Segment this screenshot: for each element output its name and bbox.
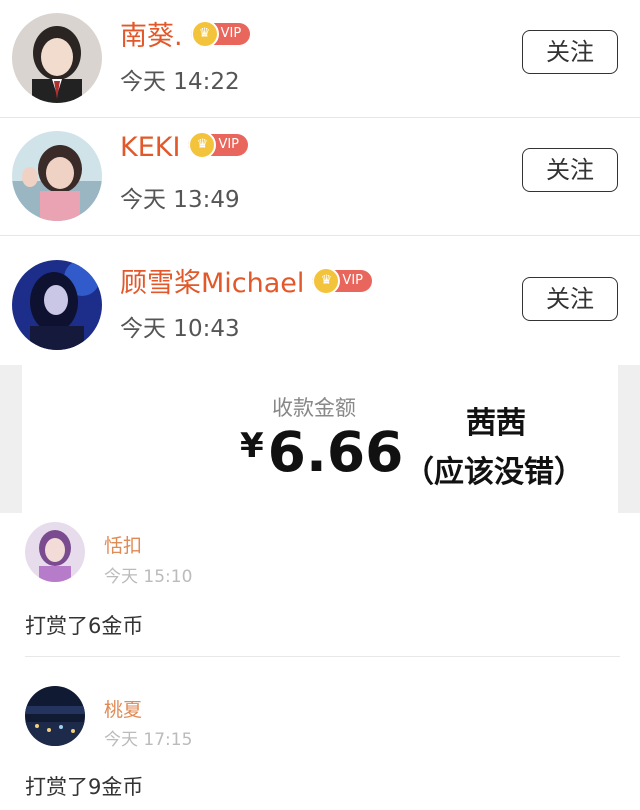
avatar-girl-pink-hair-icon <box>12 131 102 221</box>
vip-badge-text: VIP <box>220 25 242 41</box>
follow-button[interactable]: 关注 <box>522 277 618 321</box>
crown-icon: ♛ <box>190 19 219 48</box>
user-avatar[interactable] <box>12 131 102 221</box>
follow-time: 今天 13:49 <box>120 187 240 213</box>
follow-list-item[interactable]: KEKI ♛ VIP 今天 13:49 关注 <box>0 118 640 236</box>
username[interactable]: KEKI ♛ VIP <box>120 130 249 163</box>
overlay-note-comment: （应该没错） <box>404 455 584 490</box>
reward-list-item: 恬扣 今天 15:10 打赏了6金币 <box>0 513 640 657</box>
avatar-girl-blue-neon-icon <box>12 260 102 350</box>
vip-badge: ♛ VIP <box>190 19 251 48</box>
username-text[interactable]: 顾雪桨Michael <box>120 268 304 299</box>
username-text[interactable]: KEKI <box>120 132 180 163</box>
reward-message: 打赏了9金币 <box>25 775 144 799</box>
username[interactable]: 南葵. ♛ VIP <box>120 14 251 53</box>
reward-username[interactable]: 恬扣 <box>104 531 142 558</box>
avatar-night-city-icon <box>25 686 85 746</box>
avatar-girl-school-uniform-icon <box>12 13 102 103</box>
payment-label: 收款金额 <box>272 396 356 420</box>
avatar-purple-girl-icon <box>25 522 85 582</box>
user-avatar[interactable] <box>12 260 102 350</box>
currency-symbol: ¥ <box>240 426 264 466</box>
follow-button[interactable]: 关注 <box>522 148 618 192</box>
amount-value: 6.66 <box>267 420 404 484</box>
username-text[interactable]: 南葵. <box>120 21 183 52</box>
follow-list-item[interactable]: 顾雪桨Michael ♛ VIP 今天 10:43 关注 <box>0 247 640 365</box>
payment-amount: ¥6.66 <box>240 420 403 484</box>
user-avatar[interactable] <box>12 13 102 103</box>
reward-avatar[interactable] <box>25 522 85 582</box>
follow-button[interactable]: 关注 <box>522 30 618 74</box>
payment-panel: 收款金额 ¥6.66 茜茜 （应该没错） <box>0 365 640 513</box>
vip-badge-text: VIP <box>218 136 240 152</box>
payment-card: 收款金额 ¥6.66 茜茜 （应该没错） <box>22 365 618 513</box>
reward-time: 今天 15:10 <box>104 567 193 587</box>
vip-badge-text: VIP <box>342 272 363 288</box>
crown-icon: ♛ <box>312 266 341 295</box>
reward-message: 打赏了6金币 <box>25 614 144 638</box>
username[interactable]: 顾雪桨Michael ♛ VIP <box>120 261 372 300</box>
crown-icon: ♛ <box>188 130 217 159</box>
overlay-note-name: 茜茜 <box>466 406 526 441</box>
divider <box>25 656 620 657</box>
reward-avatar[interactable] <box>25 686 85 746</box>
follow-list-item[interactable]: 南葵. ♛ VIP 今天 14:22 关注 <box>0 0 640 118</box>
follow-time: 今天 10:43 <box>120 316 240 342</box>
reward-list-item: 桃夏 今天 17:15 打赏了9金币 <box>0 658 640 810</box>
vip-badge: ♛ VIP <box>188 130 249 159</box>
reward-username[interactable]: 桃夏 <box>104 695 142 722</box>
vip-badge: ♛ VIP <box>312 266 372 295</box>
follow-time: 今天 14:22 <box>120 69 240 95</box>
reward-time: 今天 17:15 <box>104 730 193 750</box>
